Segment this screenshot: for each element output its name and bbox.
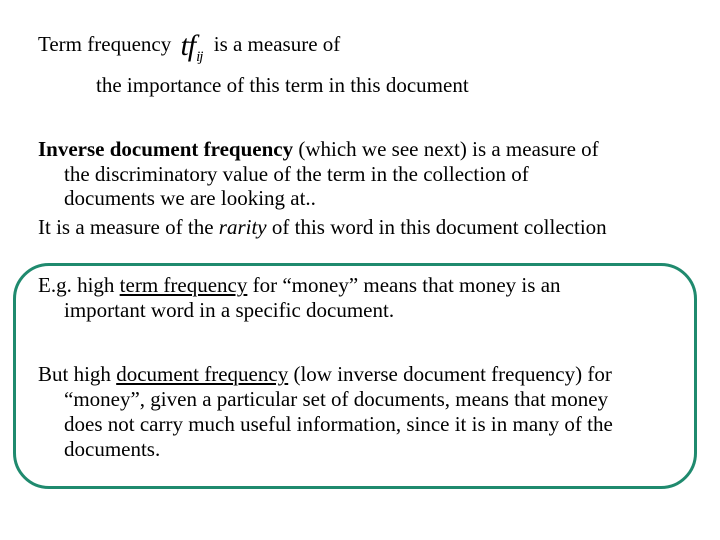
tf-example-line-1: E.g. high term frequency for “money” mea… <box>38 273 561 298</box>
idf-line-1: Inverse document frequency (which we see… <box>38 137 607 162</box>
idf-line-2: the discriminatory value of the term in … <box>64 161 529 186</box>
tf-example-underlined: term frequency <box>119 273 248 297</box>
tf-example-pre: E.g. high <box>38 273 120 297</box>
df-example-line-2: “money”, given a particular set of docum… <box>64 387 609 411</box>
rarity-pre: It is a measure of the <box>38 214 219 239</box>
tf-line-2: the importance of this term in this docu… <box>96 73 469 97</box>
idf-rarity-line: It is a measure of the rarity of this wo… <box>38 215 607 240</box>
df-example-underlined: document frequency <box>116 362 289 386</box>
tf-symbol-main: tf <box>180 29 196 62</box>
idf-bold-term: Inverse document frequency <box>38 137 294 161</box>
df-example-line-1: But high document frequency (low inverse… <box>38 362 613 387</box>
df-example: But high document frequency (low inverse… <box>38 362 613 462</box>
tf-line-1: Term frequency tfij is a measure of <box>38 30 469 71</box>
idf-line-3: documents we are looking at.. <box>64 186 316 210</box>
rarity-post: of this word in this document collection <box>266 214 607 239</box>
df-example-line-4: documents. <box>64 437 161 461</box>
df-example-post: (low inverse document frequency) for <box>288 362 612 386</box>
tf-example: E.g. high term frequency for “money” mea… <box>38 273 561 323</box>
idf-definition: Inverse document frequency (which we see… <box>38 137 607 239</box>
tf-example-post: for “money” means that money is an <box>247 273 561 297</box>
rarity-word: rarity <box>218 214 267 239</box>
idf-line-1-rest: (which we see next) is a measure of <box>293 137 599 161</box>
tf-symbol-subscript: ij <box>196 49 203 65</box>
tf-lead-text: Term frequency <box>38 32 172 56</box>
term-frequency-definition: Term frequency tfij is a measure of the … <box>38 30 469 99</box>
df-example-line-3: does not carry much useful information, … <box>64 412 613 436</box>
tf-rest-text: is a measure of <box>213 32 341 56</box>
df-example-pre: But high <box>38 362 117 386</box>
tf-ij-symbol: tfij <box>180 29 203 71</box>
tf-example-line-2: important word in a specific document. <box>64 298 395 322</box>
